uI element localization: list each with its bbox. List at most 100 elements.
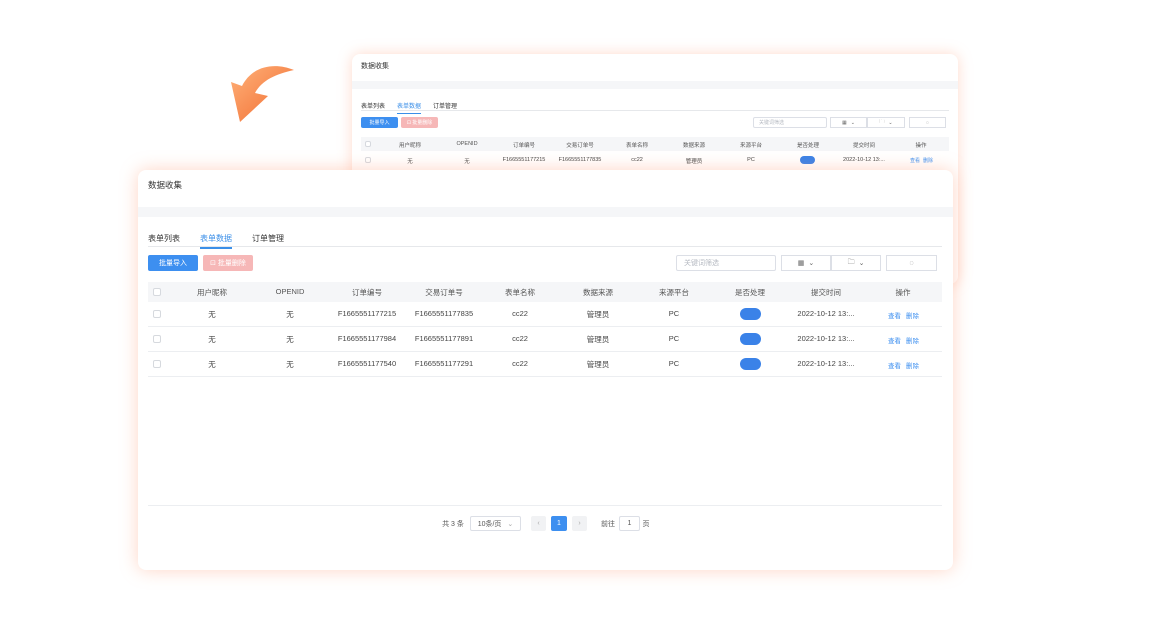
col-nickname: 用户昵称 [197, 288, 227, 297]
cell-trade-no: F1665551177835 [414, 309, 474, 318]
chevron-down-icon: ⌄ [507, 520, 514, 528]
refresh-button[interactable]: ◌ [886, 255, 937, 271]
chevron-down-icon: ⌄ [808, 260, 815, 267]
tab-bar: 表单列表 表单数据 订单管理 [361, 101, 457, 114]
tab-divider [148, 246, 942, 247]
tab-order-management[interactable]: 订单管理 [433, 101, 457, 110]
col-submit-time: 提交时间 [852, 143, 875, 149]
view-link[interactable]: 查看 [910, 157, 920, 164]
row-checkbox[interactable] [153, 335, 161, 343]
grid-view-select[interactable]: ▦ ⌄ [781, 255, 831, 271]
cell-source: 管理员 [586, 310, 610, 319]
row-divider [148, 326, 942, 327]
cell-openid: 无 [464, 159, 470, 165]
folder-select[interactable]: 🗀 ⌄ [867, 117, 905, 128]
goto-page-input[interactable]: 1 [619, 516, 640, 531]
refresh-icon: ◌ [926, 119, 929, 126]
view-link[interactable]: 查看 [888, 335, 901, 345]
delete-link[interactable]: 删除 [906, 335, 919, 345]
row-divider [148, 376, 942, 377]
import-button[interactable]: 批量导入 [361, 117, 398, 128]
col-processed: 是否处理 [735, 288, 765, 297]
view-link[interactable]: 查看 [888, 360, 901, 370]
delete-link[interactable]: 删除 [906, 360, 919, 370]
cell-trade-no: F1665551177835 [558, 157, 602, 163]
processed-toggle[interactable] [740, 308, 761, 320]
search-input[interactable]: 关键词筛选 [753, 117, 827, 128]
goto-prefix: 前往 [601, 520, 615, 528]
col-trade-no: 交易订单号 [566, 143, 594, 149]
cell-nickname: 无 [208, 360, 216, 369]
cell-order-no: F1665551177215 [502, 157, 546, 163]
row-checkbox[interactable] [153, 310, 161, 318]
page-size-select[interactable]: 10条/页 ⌄ [470, 516, 521, 531]
col-openid: OPENID [456, 141, 478, 147]
cell-openid: 无 [286, 335, 294, 344]
batch-delete-label: 批量删除 [412, 120, 433, 126]
cell-platform: PC [668, 309, 680, 318]
tab-form-data[interactable]: 表单数据 [200, 233, 232, 249]
row-divider [148, 351, 942, 352]
page-title: 数据收集 [148, 180, 183, 190]
tab-order-management[interactable]: 订单管理 [252, 233, 284, 244]
cell-platform: PC [747, 157, 755, 163]
cell-platform: PC [668, 334, 680, 343]
batch-delete-button[interactable]: ⊡ 批量删除 [401, 117, 438, 128]
cell-platform: PC [668, 359, 680, 368]
chevron-down-icon: ⌄ [858, 260, 865, 267]
col-form-name: 表单名称 [505, 288, 535, 297]
cell-form-name: cc22 [512, 359, 528, 368]
next-page-button[interactable]: › [572, 516, 587, 531]
header-band [352, 81, 958, 89]
select-all-checkbox[interactable] [153, 288, 161, 296]
folder-icon: 🗀 [879, 118, 885, 125]
tab-form-list[interactable]: 表单列表 [361, 101, 385, 110]
processed-toggle[interactable] [800, 156, 815, 164]
import-button[interactable]: 批量导入 [148, 255, 198, 271]
col-trade-no: 交易订单号 [425, 288, 463, 297]
cell-submit-time: 2022-10-12 13:... [797, 309, 855, 318]
view-link[interactable]: 查看 [888, 310, 901, 320]
tab-form-list[interactable]: 表单列表 [148, 233, 180, 244]
cell-source: 管理员 [586, 335, 610, 344]
delete-link[interactable]: 删除 [923, 157, 933, 164]
processed-toggle[interactable] [740, 333, 761, 345]
row-checkbox[interactable] [153, 360, 161, 368]
folder-select[interactable]: 🗀 ⌄ [831, 255, 881, 271]
col-submit-time: 提交时间 [811, 288, 841, 297]
goto-suffix: 页 [642, 520, 650, 528]
processed-toggle[interactable] [740, 358, 761, 370]
front-panel: 数据收集 表单列表 表单数据 订单管理 批量导入 ⊡ 批量删除 关键词筛选 ▦ ⌄… [138, 170, 953, 570]
cell-openid: 无 [286, 360, 294, 369]
page-1-button[interactable]: 1 [551, 516, 567, 531]
cell-trade-no: F1665551177291 [414, 359, 474, 368]
row-checkbox[interactable] [365, 157, 371, 163]
tab-bar: 表单列表 表单数据 订单管理 [148, 233, 284, 249]
search-input[interactable]: 关键词筛选 [676, 255, 776, 271]
col-nickname: 用户昵称 [398, 143, 421, 149]
col-source: 数据来源 [583, 288, 613, 297]
grid-view-select[interactable]: ▦ ⌄ [830, 117, 867, 128]
cell-source: 管理员 [685, 159, 703, 165]
col-openid: OPENID [275, 287, 305, 296]
total-count: 共 3 条 [442, 520, 464, 528]
col-actions: 操作 [895, 288, 911, 297]
batch-delete-button[interactable]: ⊡ 批量删除 [203, 255, 253, 271]
chevron-down-icon: ⌄ [850, 119, 855, 126]
tab-form-data[interactable]: 表单数据 [397, 101, 422, 114]
col-actions: 操作 [915, 143, 927, 149]
table-bottom-divider [148, 505, 942, 506]
cell-submit-time: 2022-10-12 13:... [843, 157, 885, 163]
page-title: 数据收集 [361, 63, 389, 70]
grid-icon: ▦ [797, 260, 805, 267]
delete-link[interactable]: 删除 [906, 310, 919, 320]
select-all-checkbox[interactable] [365, 141, 371, 147]
grid-icon: ▦ [842, 119, 847, 126]
cell-trade-no: F1665551177891 [414, 334, 474, 343]
cell-openid: 无 [286, 310, 294, 319]
showcase-stage: 数据收集 表单列表 表单数据 订单管理 批量导入 ⊡ 批量删除 关键词筛选 ▦ ⌄… [0, 0, 1165, 617]
cell-submit-time: 2022-10-12 13:... [797, 359, 855, 368]
refresh-button[interactable]: ◌ [909, 117, 946, 128]
prev-page-button[interactable]: ‹ [531, 516, 546, 531]
tab-divider [361, 110, 949, 111]
